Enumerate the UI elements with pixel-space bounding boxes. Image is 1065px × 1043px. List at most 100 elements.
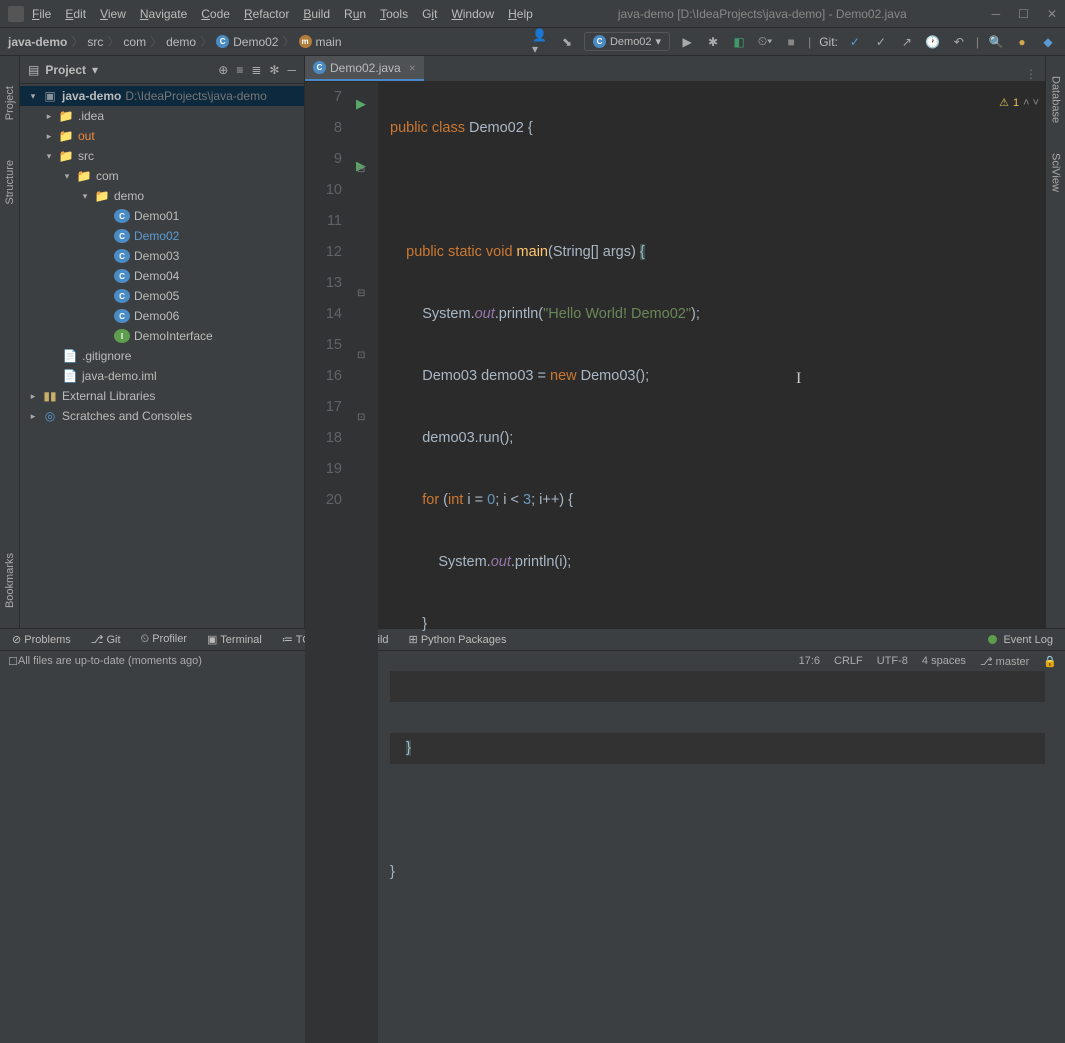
tree-demointerface[interactable]: IDemoInterface xyxy=(20,326,304,346)
title-bar: File Edit View Navigate Code Refactor Bu… xyxy=(0,0,1065,28)
status-icon[interactable]: ☐ xyxy=(8,655,18,668)
menu-window[interactable]: Window xyxy=(451,7,494,21)
git-revert-icon[interactable]: ↶ xyxy=(950,33,968,51)
lock-icon[interactable]: 🔒 xyxy=(1043,655,1057,668)
tool-sciview[interactable]: SciView xyxy=(1050,153,1062,192)
maximize-icon[interactable]: ☐ xyxy=(1018,7,1029,21)
menu-help[interactable]: Help xyxy=(508,7,533,21)
fold-icon[interactable]: ⊡ xyxy=(357,340,365,371)
left-tool-gutter: Project Structure Bookmarks xyxy=(0,56,20,628)
panel-dropdown-icon[interactable]: ▾ xyxy=(92,63,98,77)
git-label: Git: xyxy=(819,35,838,49)
account-icon[interactable]: 👤▾ xyxy=(532,33,550,51)
tool-project[interactable]: Project xyxy=(4,86,16,120)
hide-panel-icon[interactable]: ─ xyxy=(287,63,296,77)
app-logo xyxy=(8,6,24,22)
tab-close-icon[interactable]: × xyxy=(409,61,416,75)
window-title: java-demo [D:\IdeaProjects\java-demo] - … xyxy=(533,7,992,21)
panel-title[interactable]: Project xyxy=(45,63,86,77)
bc-com[interactable]: com xyxy=(123,35,146,49)
tree-demo03[interactable]: CDemo03 xyxy=(20,246,304,266)
git-push-icon[interactable]: ↗ xyxy=(898,33,916,51)
fold-icon[interactable]: ⊟ xyxy=(357,154,365,185)
tree-ext-lib[interactable]: ▸▮▮External Libraries xyxy=(20,386,304,406)
tree-demo05[interactable]: CDemo05 xyxy=(20,286,304,306)
menu-tools[interactable]: Tools xyxy=(380,7,408,21)
tree-idea[interactable]: ▸📁.idea xyxy=(20,106,304,126)
select-target-icon[interactable]: ⊕ xyxy=(218,63,228,77)
tool-structure[interactable]: Structure xyxy=(4,160,16,205)
text-cursor: I xyxy=(796,363,801,394)
bc-method[interactable]: main xyxy=(316,35,342,49)
tool-bookmarks[interactable]: Bookmarks xyxy=(4,553,16,608)
tab-problems[interactable]: ⊘ Problems xyxy=(12,633,71,646)
breadcrumb: java-demo〉 src〉 com〉 demo〉 C Demo02〉 m m… xyxy=(8,33,342,50)
status-message: All files are up-to-date (moments ago) xyxy=(18,655,202,667)
tab-profiler[interactable]: ⏲ Profiler xyxy=(141,633,187,646)
menu-refactor[interactable]: Refactor xyxy=(244,7,289,21)
menu-view[interactable]: View xyxy=(100,7,126,21)
expand-all-icon[interactable]: ≡ xyxy=(236,63,243,77)
tree-demo06[interactable]: CDemo06 xyxy=(20,306,304,326)
close-icon[interactable]: ✕ xyxy=(1047,7,1057,21)
tree-com[interactable]: ▾📁com xyxy=(20,166,304,186)
code-body[interactable]: public class Demo02 { public static void… xyxy=(378,82,1045,1043)
class-icon: C xyxy=(216,35,229,48)
fold-icon[interactable]: ⊟ xyxy=(357,278,365,309)
project-panel-header: ▤ Project ▾ ⊕ ≡ ≣ ✻ ─ xyxy=(20,56,304,84)
menu-code[interactable]: Code xyxy=(201,7,230,21)
minimize-icon[interactable]: ─ xyxy=(992,7,1001,21)
tab-demo02[interactable]: C Demo02.java × xyxy=(305,56,424,81)
run-gutter-icon[interactable]: ▶ xyxy=(356,88,366,119)
menu-run[interactable]: Run xyxy=(344,7,366,21)
tree-demo04[interactable]: CDemo04 xyxy=(20,266,304,286)
project-panel: ▤ Project ▾ ⊕ ≡ ≣ ✻ ─ ▾▣java-demoD:\Idea… xyxy=(20,56,305,628)
stop-icon[interactable]: ■ xyxy=(782,33,800,51)
profile-icon[interactable]: ⏲▾ xyxy=(756,33,774,51)
tree-root[interactable]: ▾▣java-demoD:\IdeaProjects\java-demo xyxy=(20,86,304,106)
bc-class[interactable]: Demo02 xyxy=(233,35,278,49)
tab-git[interactable]: ⎇ Git xyxy=(91,633,121,646)
tool-database[interactable]: Database xyxy=(1050,76,1062,123)
git-commit-icon[interactable]: ✓ xyxy=(872,33,890,51)
tree-demo02[interactable]: CDemo02 xyxy=(20,226,304,246)
tree-iml[interactable]: 📄java-demo.iml xyxy=(20,366,304,386)
panel-settings-icon[interactable]: ✻ xyxy=(269,63,279,77)
coverage-icon[interactable]: ◧ xyxy=(730,33,748,51)
bc-project[interactable]: java-demo xyxy=(8,35,67,49)
menu-build[interactable]: Build xyxy=(303,7,330,21)
tree-demo[interactable]: ▾📁demo xyxy=(20,186,304,206)
git-history-icon[interactable]: 🕐 xyxy=(924,33,942,51)
menu-file[interactable]: File xyxy=(32,7,51,21)
tree-demo01[interactable]: CDemo01 xyxy=(20,206,304,226)
fold-icon[interactable]: ⊡ xyxy=(357,402,365,433)
bc-demo[interactable]: demo xyxy=(166,35,196,49)
tree-src[interactable]: ▾📁src xyxy=(20,146,304,166)
build-hammer-icon[interactable]: ⬊ xyxy=(558,33,576,51)
bc-src[interactable]: src xyxy=(87,35,103,49)
collapse-all-icon[interactable]: ≣ xyxy=(251,63,261,77)
ide-updates-icon[interactable]: ● xyxy=(1013,33,1031,51)
menu-git[interactable]: Git xyxy=(422,7,437,21)
tab-label: Demo02.java xyxy=(330,61,401,75)
tree-scratch[interactable]: ▸◎Scratches and Consoles xyxy=(20,406,304,426)
git-pull-icon[interactable]: ✓ xyxy=(846,33,864,51)
class-icon: C xyxy=(313,61,326,74)
editor[interactable]: ⚠ 1 ˄ ˅ 7891011121314151617181920 ▶ ▶ ⊟ … xyxy=(305,82,1045,1043)
project-tree: ▾▣java-demoD:\IdeaProjects\java-demo ▸📁.… xyxy=(20,84,304,628)
tabs-more-icon[interactable]: ⋮ xyxy=(1017,67,1045,81)
debug-icon[interactable]: ✱ xyxy=(704,33,722,51)
run-icon[interactable]: ▶ xyxy=(678,33,696,51)
tree-out[interactable]: ▸📁out xyxy=(20,126,304,146)
menu-edit[interactable]: Edit xyxy=(65,7,86,21)
editor-area: C Demo02.java × ⋮ ⚠ 1 ˄ ˅ 78910111213141… xyxy=(305,56,1045,628)
menu-navigate[interactable]: Navigate xyxy=(140,7,187,21)
menu-bar: File Edit View Navigate Code Refactor Bu… xyxy=(32,7,533,21)
toolbar: java-demo〉 src〉 com〉 demo〉 C Demo02〉 m m… xyxy=(0,28,1065,56)
settings-icon[interactable]: ◆ xyxy=(1039,33,1057,51)
tree-gitignore[interactable]: 📄.gitignore xyxy=(20,346,304,366)
run-config-dropdown[interactable]: CDemo02▾ xyxy=(584,32,670,51)
search-icon[interactable]: 🔍 xyxy=(987,33,1005,51)
tab-terminal[interactable]: ▣ Terminal xyxy=(207,633,262,646)
panel-view-icon[interactable]: ▤ xyxy=(28,63,39,77)
